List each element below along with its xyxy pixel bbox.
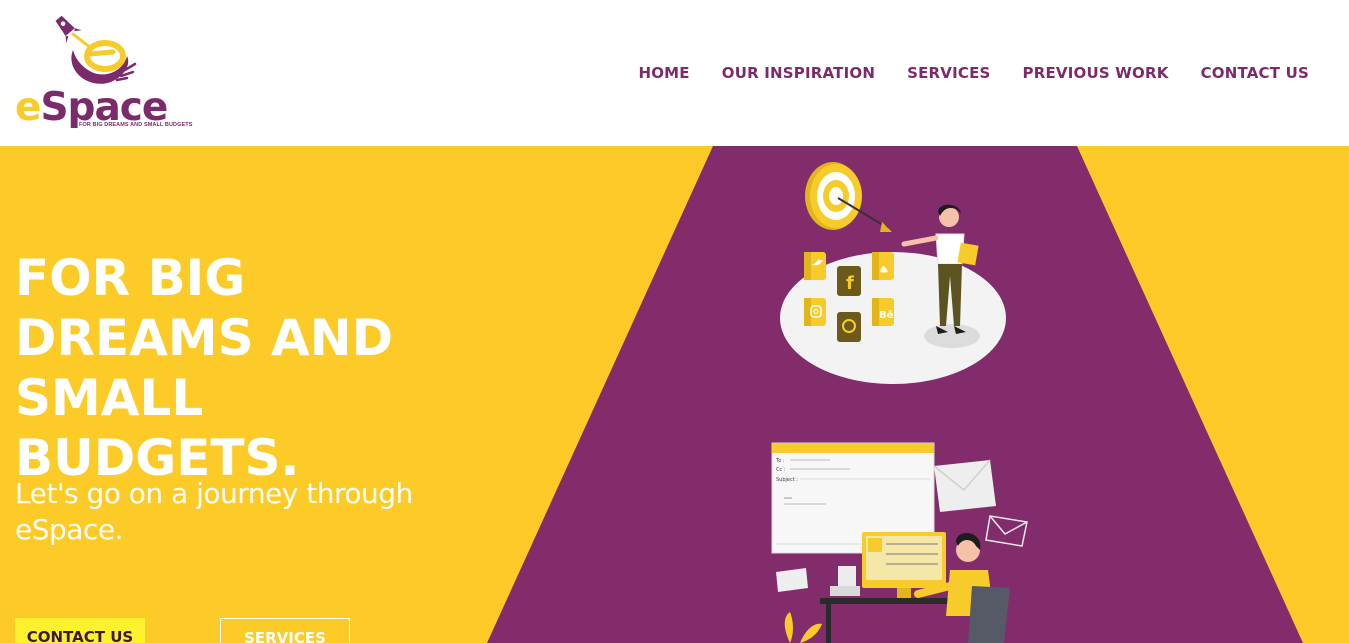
- nav-services[interactable]: SERVICES: [907, 64, 990, 82]
- contact-us-button[interactable]: CONTACT US: [15, 618, 145, 643]
- instagram-icon: [804, 298, 826, 326]
- snapchat-icon: [872, 252, 894, 280]
- envelope-icon: [933, 459, 996, 512]
- twitter-icon: [804, 252, 826, 280]
- target-icon: [805, 162, 892, 232]
- facebook-icon: f: [837, 266, 861, 296]
- main-nav: HOME OUR INSPIRATION SERVICES PREVIOUS W…: [638, 64, 1309, 82]
- pinterest-icon: [837, 312, 861, 342]
- espace-logo[interactable]: eSpace FOR BIG DREAMS AND SMALL BUDGETS: [15, 12, 192, 134]
- nav-our-inspiration[interactable]: OUR INSPIRATION: [722, 64, 875, 82]
- email-subject-label: Subject :: [776, 477, 798, 483]
- nav-contact-us[interactable]: CONTACT US: [1201, 64, 1309, 82]
- envelope-icon: [985, 515, 1028, 547]
- svg-text:f: f: [846, 273, 854, 294]
- svg-text:Bē: Bē: [879, 310, 894, 321]
- site-header: eSpace FOR BIG DREAMS AND SMALL BUDGETS …: [0, 0, 1349, 146]
- hero-title: FOR BIG DREAMS AND SMALL BUDGETS.: [15, 249, 394, 487]
- email-cc-label: Cc :: [776, 467, 786, 473]
- hero-section: f Bē To : Cc : Subject : FOR BIG DREAMS …: [0, 146, 1349, 643]
- envelope-icon: [776, 568, 808, 592]
- logo-tagline: FOR BIG DREAMS AND SMALL BUDGETS: [79, 122, 193, 128]
- hero-subtitle: Let's go on a journey through eSpace.: [15, 477, 413, 546]
- services-button[interactable]: SERVICES: [220, 618, 350, 643]
- rocket-icon: [55, 15, 137, 84]
- nav-home[interactable]: HOME: [638, 64, 689, 82]
- email-to-label: To :: [775, 458, 785, 464]
- behance-icon: Bē: [872, 298, 894, 326]
- nav-previous-work[interactable]: PREVIOUS WORK: [1023, 64, 1169, 82]
